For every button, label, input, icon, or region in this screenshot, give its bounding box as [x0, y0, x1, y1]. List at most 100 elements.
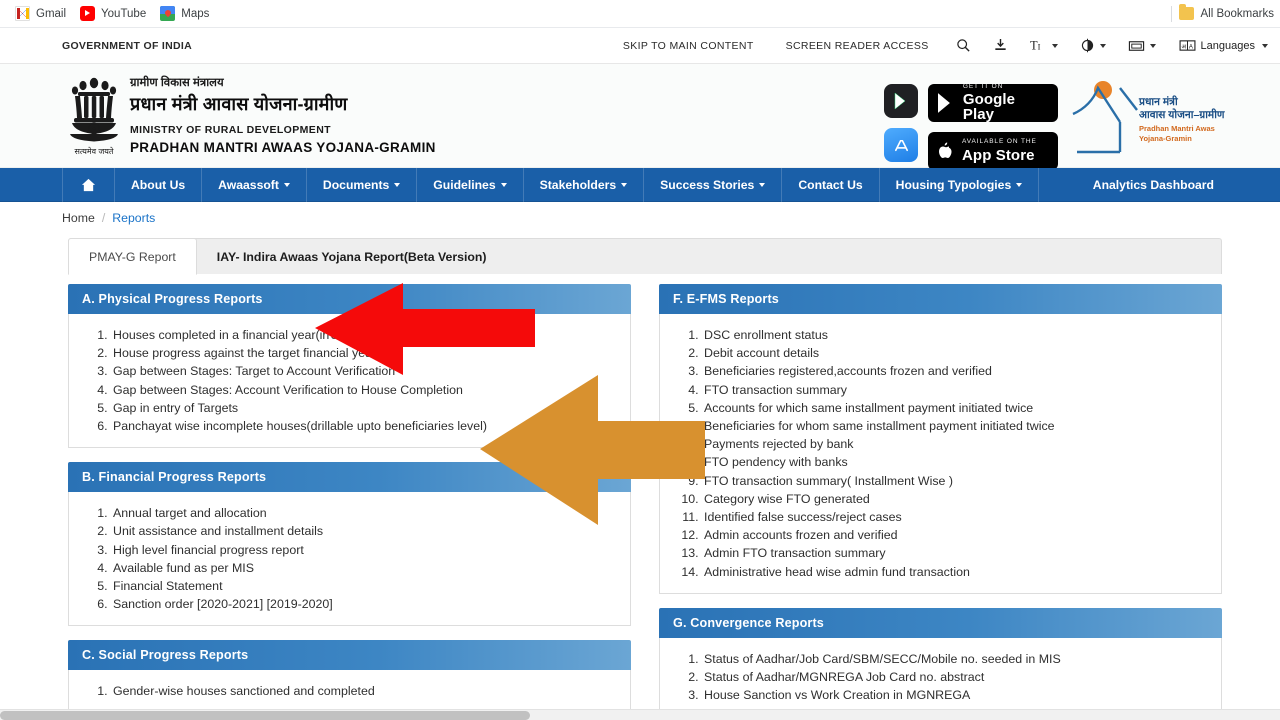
- list-item[interactable]: Status of Aadhar/MGNREGA Job Card no. ab…: [702, 668, 1211, 686]
- report-list: Gender-wise houses sanctioned and comple…: [69, 682, 620, 700]
- list-item[interactable]: Category wise FTO generated: [702, 490, 1211, 508]
- nav-guidelines[interactable]: Guidelines: [417, 168, 524, 202]
- report-tabs: PMAY-G Report IAY- Indira Awaas Yojana R…: [68, 238, 1222, 275]
- card-title: C. Social Progress Reports: [68, 640, 631, 671]
- government-utility-bar: GOVERNMENT OF INDIA SKIP TO MAIN CONTENT…: [0, 28, 1280, 64]
- tab-label: IAY- Indira Awaas Yojana Report(Beta Ver…: [216, 249, 487, 264]
- badge-line1: Available on the: [962, 138, 1037, 146]
- reports-columns: A. Physical Progress Reports Houses comp…: [68, 284, 1222, 720]
- badge-line2: Google Play: [962, 91, 1016, 124]
- nav-stakeholders[interactable]: Stakeholders: [524, 168, 645, 202]
- list-item[interactable]: Beneficiaries registered,accounts frozen…: [702, 362, 1211, 380]
- nav-label: Analytics Dashboard: [1092, 178, 1214, 192]
- list-item[interactable]: Accounts for which same installment paym…: [702, 399, 1211, 417]
- nav-about-us[interactable]: About Us: [115, 168, 203, 202]
- list-item[interactable]: House progress against the target financ…: [111, 344, 620, 362]
- nav-analytics-dashboard[interactable]: Analytics Dashboard: [1077, 178, 1230, 192]
- list-item[interactable]: Gap in entry of Targets: [111, 399, 620, 417]
- list-item[interactable]: FTO transaction summary( Installment Wis…: [702, 472, 1211, 490]
- app-store-badge[interactable]: Available on the App Store: [928, 132, 1058, 170]
- site-map-icon[interactable]: [1117, 39, 1167, 53]
- list-item[interactable]: Debit account details: [702, 344, 1211, 362]
- all-bookmarks-area[interactable]: All Bookmarks: [1170, 4, 1274, 22]
- nav-awaassoft[interactable]: Awaassoft: [202, 168, 307, 202]
- list-item[interactable]: Panchayat wise incomplete houses(drillab…: [111, 417, 620, 435]
- card-physical-progress-reports: A. Physical Progress Reports Houses comp…: [68, 284, 631, 449]
- badge-line2: App Store: [962, 146, 1035, 164]
- list-item[interactable]: Identified false success/reject cases: [702, 508, 1211, 526]
- nav-documents[interactable]: Documents: [307, 168, 418, 202]
- list-item[interactable]: Gap between Stages: Account Verification…: [111, 381, 620, 399]
- nav-label: Contact Us: [798, 178, 863, 192]
- screen-reader-access-link[interactable]: SCREEN READER ACCESS: [770, 40, 945, 52]
- contrast-icon[interactable]: [1069, 38, 1117, 53]
- download-icon[interactable]: [982, 38, 1019, 53]
- card-body: Status of Aadhar/Job Card/SBM/SECC/Mobil…: [659, 637, 1222, 718]
- list-item[interactable]: High level financial progress report: [111, 541, 620, 559]
- folder-icon: [1178, 4, 1194, 20]
- list-item[interactable]: Payments rejected by bank: [702, 435, 1211, 453]
- list-item[interactable]: DSC enrollment status: [702, 326, 1211, 344]
- list-item[interactable]: Annual target and allocation: [111, 504, 620, 522]
- list-item[interactable]: Available fund as per MIS: [111, 559, 620, 577]
- national-emblem-icon: सत्यमेव जयते: [62, 74, 126, 162]
- youtube-icon: [80, 6, 96, 21]
- skip-to-main-content-link[interactable]: SKIP TO MAIN CONTENT: [607, 40, 770, 52]
- nav-success-stories[interactable]: Success Stories: [644, 168, 783, 202]
- google-play-square-icon[interactable]: [884, 84, 918, 118]
- nav-home[interactable]: [62, 168, 115, 202]
- chevron-down-icon: [283, 183, 290, 187]
- card-title: F. E-FMS Reports: [659, 284, 1222, 314]
- bookmark-label: Gmail: [36, 7, 67, 20]
- list-item[interactable]: Gender-wise houses sanctioned and comple…: [111, 682, 620, 700]
- breadcrumb-home[interactable]: Home: [62, 211, 95, 225]
- tab-pmayg-report[interactable]: PMAY-G Report: [68, 238, 197, 275]
- tab-iay-report[interactable]: IAY- Indira Awaas Yojana Report(Beta Ver…: [197, 239, 507, 274]
- list-item[interactable]: Status of Aadhar/Job Card/SBM/SECC/Mobil…: [702, 650, 1211, 668]
- text-size-icon[interactable]: TI: [1019, 38, 1069, 53]
- card-title: G. Convergence Reports: [659, 607, 1222, 638]
- left-reports-column: A. Physical Progress Reports Houses comp…: [68, 284, 631, 720]
- list-item[interactable]: Financial Statement: [111, 577, 620, 595]
- report-list: DSC enrollment status Debit account deta…: [660, 326, 1211, 581]
- chevron-down-icon: [621, 183, 628, 187]
- list-item[interactable]: Administrative head wise admin fund tran…: [702, 563, 1211, 581]
- scrollbar-thumb[interactable]: [0, 711, 530, 720]
- utility-links: SKIP TO MAIN CONTENT SCREEN READER ACCES…: [607, 28, 1280, 64]
- nav-contact-us[interactable]: Contact Us: [782, 168, 880, 202]
- apple-icon: [939, 142, 952, 158]
- card-body: Annual target and allocation Unit assist…: [68, 492, 631, 627]
- nav-housing-typologies[interactable]: Housing Typologies: [880, 168, 1040, 202]
- search-icon[interactable]: [945, 38, 982, 53]
- horizontal-scrollbar[interactable]: [0, 709, 1280, 720]
- bookmark-maps[interactable]: Maps: [153, 4, 216, 23]
- list-item[interactable]: FTO pendency with banks: [702, 453, 1211, 471]
- list-item[interactable]: Unit assistance and installment details: [111, 522, 620, 540]
- chevron-down-icon: [1099, 43, 1106, 48]
- list-item[interactable]: Beneficiaries for whom same installment …: [702, 417, 1211, 435]
- list-item[interactable]: Houses completed in a financial year(irr…: [111, 326, 620, 344]
- ministry-hindi-label: ग्रामीण विकास मंत्रालय: [130, 77, 224, 89]
- pmayg-logo-english-line: Pradhan Mantri Awas Yojana-Gramin: [1139, 124, 1215, 143]
- list-item[interactable]: Gap between Stages: Target to Account Ve…: [111, 362, 620, 380]
- languages-label: Languages: [1200, 39, 1255, 52]
- site-header: सत्यमेव जयते ग्रामीण विकास मंत्रालय प्रध…: [0, 64, 1280, 170]
- list-item[interactable]: Admin accounts frozen and verified: [702, 526, 1211, 544]
- nav-label: Housing Typologies: [895, 178, 1012, 192]
- chevron-down-icon: [500, 183, 507, 187]
- pmayg-logo-hindi-line1: प्रधान मंत्री: [1139, 96, 1178, 108]
- languages-selector[interactable]: अA Languages: [1167, 39, 1280, 52]
- nav-label: Awaassoft: [218, 178, 279, 192]
- bookmark-gmail[interactable]: Gmail: [8, 4, 73, 23]
- google-play-badge[interactable]: GET IT ON Google Play: [928, 83, 1058, 124]
- list-item[interactable]: Admin FTO transaction summary: [702, 544, 1211, 562]
- divider: [1170, 5, 1172, 22]
- list-item[interactable]: Sanction order [2020-2021] [2019-2020]: [111, 595, 620, 613]
- report-list: Status of Aadhar/Job Card/SBM/SECC/Mobil…: [660, 650, 1211, 705]
- app-store-square-icon[interactable]: [884, 128, 918, 162]
- list-item[interactable]: House Sanction vs Work Creation in MGNRE…: [702, 686, 1211, 704]
- card-title: B. Financial Progress Reports: [68, 462, 631, 493]
- tab-label: PMAY-G Report: [89, 249, 176, 264]
- bookmark-youtube[interactable]: YouTube: [73, 4, 153, 23]
- list-item[interactable]: FTO transaction summary: [702, 381, 1211, 399]
